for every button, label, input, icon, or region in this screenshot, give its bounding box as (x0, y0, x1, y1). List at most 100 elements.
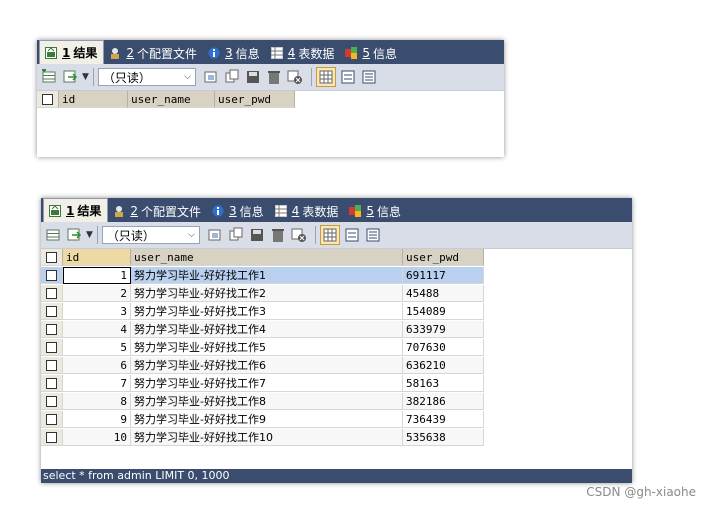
form-view-icon[interactable] (339, 68, 357, 86)
tab-table-data[interactable]: 4 表数据 (266, 42, 341, 64)
table-row[interactable]: 3 努力学习毕业-好好找工作3 154089 (41, 303, 632, 321)
cell-user-pwd[interactable]: 707630 (403, 339, 484, 356)
text-view-icon[interactable] (360, 68, 378, 86)
row-checkbox[interactable] (41, 393, 63, 410)
grid-view-icon[interactable] (315, 67, 336, 87)
cell-user-name[interactable]: 努力学习毕业-好好找工作4 (131, 321, 403, 338)
cell-user-name[interactable]: 努力学习毕业-好好找工作3 (131, 303, 403, 320)
column-header-user-name[interactable]: user_name (131, 249, 403, 266)
tab-label: 表数据 (298, 46, 335, 61)
cell-user-pwd[interactable]: 382186 (403, 393, 484, 410)
cell-user-pwd[interactable]: 691117 (403, 267, 484, 284)
tab-profiles[interactable]: 2 个配置文件 (104, 42, 203, 64)
tab-label: 信息 (372, 46, 397, 61)
tab-table-data[interactable]: 4 表数据 (270, 200, 345, 222)
export-icon[interactable] (61, 68, 79, 86)
cell-user-pwd[interactable]: 535638 (403, 429, 484, 446)
cell-id[interactable]: 9 (63, 411, 131, 428)
select-all-checkbox[interactable] (41, 249, 63, 266)
tab-info[interactable]: 3 信息 (207, 200, 270, 222)
tab-number: 3 (225, 46, 233, 60)
table-row[interactable]: 4 努力学习毕业-好好找工作4 633979 (41, 321, 632, 339)
column-header-id[interactable]: id (59, 91, 128, 108)
cell-user-pwd[interactable]: 154089 (403, 303, 484, 320)
column-header-user-pwd[interactable]: user_pwd (215, 91, 295, 108)
cell-user-name[interactable]: 努力学习毕业-好好找工作10 (131, 429, 403, 446)
duplicate-icon[interactable] (206, 226, 224, 244)
row-checkbox[interactable] (41, 285, 63, 302)
table-row[interactable]: 10 努力学习毕业-好好找工作10 535638 (41, 429, 632, 447)
cancel-icon[interactable] (290, 226, 308, 244)
mode-select[interactable]: （只读） ⌵ (97, 68, 196, 86)
grid-view-icon[interactable] (319, 225, 340, 245)
cell-user-pwd[interactable]: 45488 (403, 285, 484, 302)
cell-id[interactable]: 4 (63, 321, 131, 338)
watermark: CSDN @gh-xiaohe (586, 485, 696, 499)
table-row[interactable]: 6 努力学习毕业-好好找工作6 636210 (41, 357, 632, 375)
copy-icon[interactable] (223, 68, 241, 86)
row-checkbox[interactable] (41, 267, 63, 284)
table-row[interactable]: 7 努力学习毕业-好好找工作7 58163 (41, 375, 632, 393)
cell-user-pwd[interactable]: 636210 (403, 357, 484, 374)
cell-id[interactable]: 10 (63, 429, 131, 446)
tab-number: 3 (229, 204, 237, 218)
column-header-user-pwd[interactable]: user_pwd (403, 249, 484, 266)
row-checkbox[interactable] (41, 303, 63, 320)
select-all-checkbox[interactable] (37, 91, 59, 108)
cell-user-pwd[interactable]: 633979 (403, 321, 484, 338)
tab-number: 4 (287, 46, 296, 60)
mode-select-value: （只读） (102, 70, 151, 85)
cell-user-name[interactable]: 努力学习毕业-好好找工作6 (131, 357, 403, 374)
tab-result[interactable]: 1 结果 (43, 198, 109, 222)
cell-user-name[interactable]: 努力学习毕业-好好找工作1 (131, 267, 403, 284)
cell-user-name[interactable]: 努力学习毕业-好好找工作5 (131, 339, 403, 356)
row-checkbox[interactable] (41, 357, 63, 374)
add-row-icon[interactable] (40, 68, 58, 86)
cell-id[interactable]: 6 (63, 357, 131, 374)
save-icon[interactable] (248, 226, 266, 244)
cell-user-name[interactable]: 努力学习毕业-好好找工作9 (131, 411, 403, 428)
row-checkbox[interactable] (41, 411, 63, 428)
cell-id[interactable]: 5 (63, 339, 131, 356)
cell-id[interactable]: 7 (63, 375, 131, 392)
column-header-id[interactable]: id (63, 249, 131, 266)
add-row-icon[interactable] (44, 226, 62, 244)
table-row[interactable]: 8 努力学习毕业-好好找工作8 382186 (41, 393, 632, 411)
row-checkbox[interactable] (41, 339, 63, 356)
mode-select[interactable]: （只读） ⌵ (101, 226, 200, 244)
copy-icon[interactable] (227, 226, 245, 244)
delete-icon[interactable] (269, 226, 287, 244)
form-view-icon[interactable] (343, 226, 361, 244)
tab-number: 1 (62, 45, 71, 60)
cell-id[interactable]: 3 (63, 303, 131, 320)
cell-user-name[interactable]: 努力学习毕业-好好找工作2 (131, 285, 403, 302)
delete-icon[interactable] (265, 68, 283, 86)
cell-id[interactable]: 8 (63, 393, 131, 410)
text-view-icon[interactable] (364, 226, 382, 244)
cell-id[interactable]: 1 (63, 267, 131, 284)
cell-id[interactable]: 2 (63, 285, 131, 302)
tab-info-2[interactable]: 5 信息 (344, 200, 407, 222)
table-row[interactable]: 2 努力学习毕业-好好找工作2 45488 (41, 285, 632, 303)
duplicate-icon[interactable] (202, 68, 220, 86)
row-checkbox[interactable] (41, 429, 63, 446)
cell-user-name[interactable]: 努力学习毕业-好好找工作8 (131, 393, 403, 410)
dropdown-arrow-icon[interactable]: ▼ (82, 72, 89, 82)
dropdown-arrow-icon[interactable]: ▼ (86, 230, 93, 240)
tab-result[interactable]: 1 结果 (39, 40, 105, 64)
tab-profiles[interactable]: 2 个配置文件 (108, 200, 207, 222)
tab-info[interactable]: 3 信息 (203, 42, 266, 64)
cell-user-name[interactable]: 努力学习毕业-好好找工作7 (131, 375, 403, 392)
table-row[interactable]: 9 努力学习毕业-好好找工作9 736439 (41, 411, 632, 429)
cancel-icon[interactable] (286, 68, 304, 86)
column-header-user-name[interactable]: user_name (128, 91, 215, 108)
export-icon[interactable] (65, 226, 83, 244)
table-row[interactable]: 1 努力学习毕业-好好找工作1 691117 (41, 267, 632, 285)
row-checkbox[interactable] (41, 375, 63, 392)
row-checkbox[interactable] (41, 321, 63, 338)
table-row[interactable]: 5 努力学习毕业-好好找工作5 707630 (41, 339, 632, 357)
tab-info-2[interactable]: 5 信息 (340, 42, 403, 64)
cell-user-pwd[interactable]: 58163 (403, 375, 484, 392)
cell-user-pwd[interactable]: 736439 (403, 411, 484, 428)
save-icon[interactable] (244, 68, 262, 86)
